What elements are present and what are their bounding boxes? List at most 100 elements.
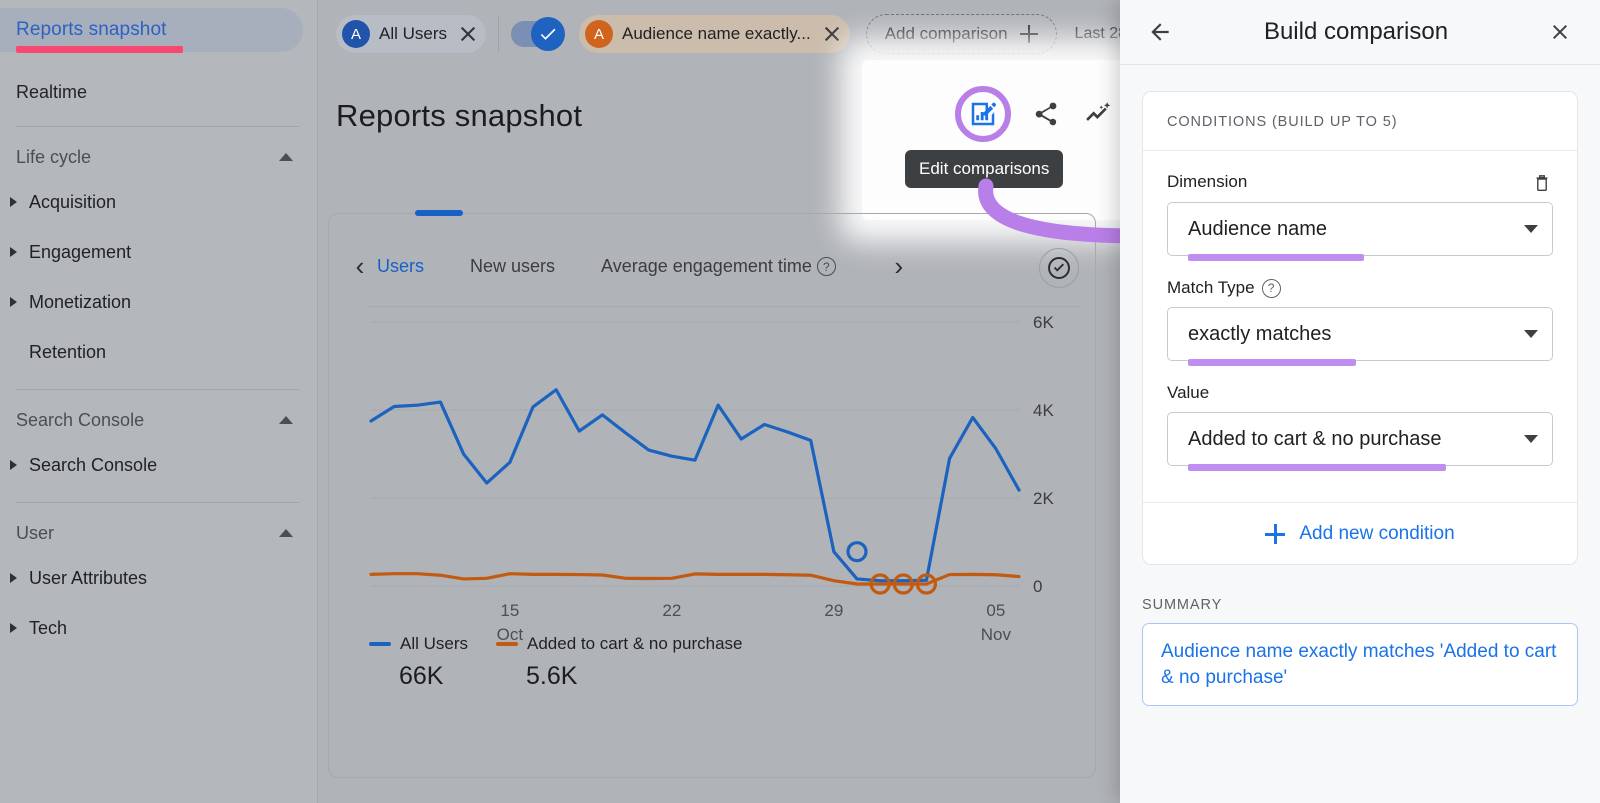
match-type-highlight-underline [1188,359,1356,366]
build-comparison-panel: Build comparison CONDITIONS (BUILD UP TO… [1120,0,1600,803]
summary-box[interactable]: Audience name exactly matches 'Added to … [1142,623,1578,706]
sidebar-item-label: Retention [29,342,106,363]
add-comparison-button[interactable]: Add comparison [866,14,1057,54]
close-icon[interactable] [458,24,478,44]
add-comparison-label: Add comparison [885,24,1008,44]
sidebar-group-search-console[interactable]: Search Console [0,400,317,440]
sidebar-item-acquisition[interactable]: Acquisition [0,177,317,227]
summary-label: SUMMARY [1142,597,1578,613]
y-axis-tick-label: 4K [1033,401,1054,420]
sidebar-group-user[interactable]: User [0,513,317,553]
y-axis-tick-label: 6K [1033,313,1054,332]
share-button[interactable] [1029,97,1063,131]
x-axis-tick-label: 15 [500,601,519,620]
legend-color-swatch [496,642,518,646]
chevron-right-icon [10,623,17,633]
match-type-value: exactly matches [1188,323,1524,346]
sidebar-item-label: Search Console [29,455,157,476]
sidebar-group-label: User [16,523,54,544]
chevron-right-icon [10,197,17,207]
panel-header: Build comparison [1120,0,1600,65]
sidebar-item-monetization[interactable]: Monetization [0,277,317,327]
plus-icon [1020,25,1038,43]
sidebar-item-realtime[interactable]: Realtime [0,70,317,114]
dimension-label-row: Dimension [1167,171,1553,193]
dimension-select[interactable]: Audience name [1167,202,1553,256]
conditions-card: CONDITIONS (BUILD UP TO 5) Dimension Aud… [1142,91,1578,565]
chip-divider [498,16,499,52]
toggle-knob [531,17,565,51]
screenshot-root: Reports snapshot Realtime Life cycle Acq… [0,0,1600,803]
chart-legend: All Users 66K Added to cart & no purchas… [369,634,743,691]
sidebar-divider [16,126,299,127]
value-value: Added to cart & no purchase [1188,428,1524,451]
trash-icon [1531,171,1553,193]
dimension-label: Dimension [1167,172,1247,192]
chevron-right-icon [10,573,17,583]
sidebar-item-user-attributes[interactable]: User Attributes [0,553,317,603]
edit-comparisons-icon [968,99,998,129]
reports-snapshot-underline [16,46,183,53]
dimension-highlight-underline [1188,254,1364,261]
sidebar-item-label: Engagement [29,242,131,263]
chevron-down-icon [1524,225,1538,233]
comparison-toggle[interactable] [511,21,563,47]
chip-label: All Users [379,24,447,44]
chevron-up-icon[interactable] [279,529,293,537]
legend-series-name: Added to cart & no purchase [527,634,742,654]
share-icon [1032,100,1060,128]
match-type-label: Match Type [1167,278,1255,298]
delete-condition-button[interactable] [1531,171,1553,193]
comparison-chip-all-users[interactable]: A All Users [336,15,486,53]
value-label: Value [1167,383,1209,403]
sidebar-group-life-cycle[interactable]: Life cycle [0,137,317,177]
users-line-chart: 02K4K6K 15Oct222905Nov [329,214,1097,779]
comparison-chip-audience[interactable]: A Audience name exactly... [579,15,850,53]
chevron-down-icon [1524,330,1538,338]
legend-entry-all-users: All Users 66K [369,634,468,691]
insights-icon [1083,99,1113,129]
chart-y-axis-labels: 02K4K6K [1033,313,1054,596]
arrow-left-icon [1147,19,1173,45]
chart-series-lines [371,390,1019,584]
chip-label: Audience name exactly... [622,24,811,44]
insights-button[interactable] [1081,97,1115,131]
plus-icon [1265,524,1285,544]
add-new-condition-button[interactable]: Add new condition [1143,502,1577,564]
edit-comparisons-highlight-ring [955,86,1011,142]
close-panel-button[interactable] [1540,12,1580,52]
left-sidebar: Reports snapshot Realtime Life cycle Acq… [0,0,318,803]
page-title: Reports snapshot [336,98,582,134]
chevron-up-icon[interactable] [279,416,293,424]
dimension-value: Audience name [1188,218,1524,241]
edit-comparisons-button[interactable] [966,97,1000,131]
chevron-right-icon [10,247,17,257]
sidebar-item-retention[interactable]: Retention [0,327,317,377]
sidebar-item-label: Monetization [29,292,131,313]
conditions-header: CONDITIONS (BUILD UP TO 5) [1143,92,1577,151]
chart-gridlines [371,322,1019,586]
chevron-up-icon[interactable] [279,153,293,161]
x-axis-month-label: Nov [981,625,1012,644]
x-axis-tick-label: 05 [986,601,1005,620]
x-axis-tick-label: 22 [662,601,681,620]
sidebar-divider [16,502,299,503]
close-icon[interactable] [822,24,842,44]
report-action-icons [955,86,1115,142]
condition-row: Dimension Audience name Matc [1143,151,1577,502]
chevron-right-icon [10,460,17,470]
legend-series-value: 66K [399,662,468,691]
sidebar-item-engagement[interactable]: Engagement [0,227,317,277]
sidebar-group-label: Search Console [16,410,144,431]
sidebar-item-search-console[interactable]: Search Console [0,440,317,490]
match-type-select[interactable]: exactly matches [1167,307,1553,361]
sidebar-item-tech[interactable]: Tech [0,603,317,653]
value-select[interactable]: Added to cart & no purchase [1167,412,1553,466]
close-icon [1548,20,1572,44]
sidebar-item-label: User Attributes [29,568,147,589]
sidebar-item-label: Reports snapshot [16,19,167,41]
value-label-row: Value [1167,383,1553,403]
help-icon[interactable]: ? [1262,279,1281,298]
metrics-chart-card: ‹ Users New users Average engagement tim… [328,213,1096,778]
chart-point-marker [848,543,866,561]
